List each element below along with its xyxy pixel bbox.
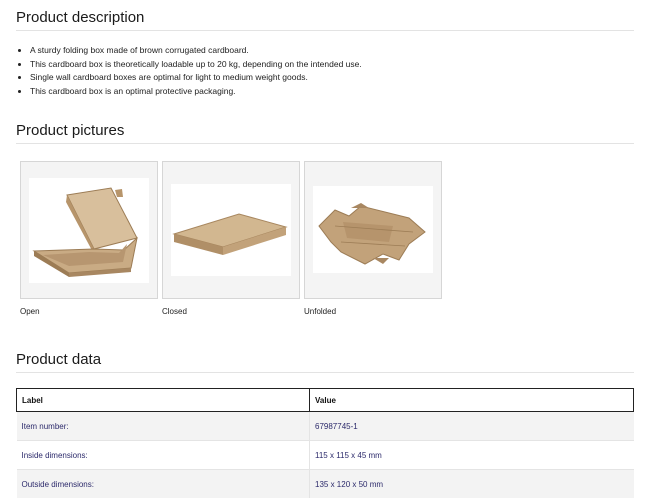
pictures-title: Product pictures xyxy=(16,122,124,139)
unfolded-box-image xyxy=(313,186,433,273)
row-value: 67987745-1 xyxy=(310,412,634,441)
closed-box-image xyxy=(171,184,291,276)
picture-label-unfolded: Unfolded xyxy=(304,307,336,316)
divider xyxy=(16,372,634,373)
table-row: Outside dimensions: 135 x 120 x 50 mm xyxy=(17,470,634,498)
picture-label-open: Open xyxy=(20,307,40,316)
description-list: A sturdy folding box made of brown corru… xyxy=(16,44,362,98)
divider xyxy=(16,30,634,31)
row-value: 135 x 120 x 50 mm xyxy=(310,470,634,498)
product-data-title: Product data xyxy=(16,351,101,368)
product-data-table: Label Value Item number: 67987745-1 Insi… xyxy=(16,388,634,498)
picture-closed[interactable] xyxy=(162,161,300,299)
open-box-image xyxy=(29,178,149,283)
row-value: 115 x 115 x 45 mm xyxy=(310,441,634,470)
column-header-value: Value xyxy=(310,389,634,412)
row-label: Inside dimensions: xyxy=(17,441,310,470)
list-item: This cardboard box is an optimal protect… xyxy=(30,85,362,99)
row-label: Item number: xyxy=(17,412,310,441)
column-header-label: Label xyxy=(17,389,310,412)
list-item: A sturdy folding box made of brown corru… xyxy=(30,44,362,58)
table-row: Inside dimensions: 115 x 115 x 45 mm xyxy=(17,441,634,470)
divider xyxy=(16,143,634,144)
list-item: Single wall cardboard boxes are optimal … xyxy=(30,71,362,85)
picture-open[interactable] xyxy=(20,161,158,299)
table-row: Item number: 67987745-1 xyxy=(17,412,634,441)
list-item: This cardboard box is theoretically load… xyxy=(30,58,362,72)
picture-label-closed: Closed xyxy=(162,307,187,316)
table-header-row: Label Value xyxy=(17,389,634,412)
picture-unfolded[interactable] xyxy=(304,161,442,299)
row-label: Outside dimensions: xyxy=(17,470,310,498)
description-title: Product description xyxy=(16,9,144,26)
